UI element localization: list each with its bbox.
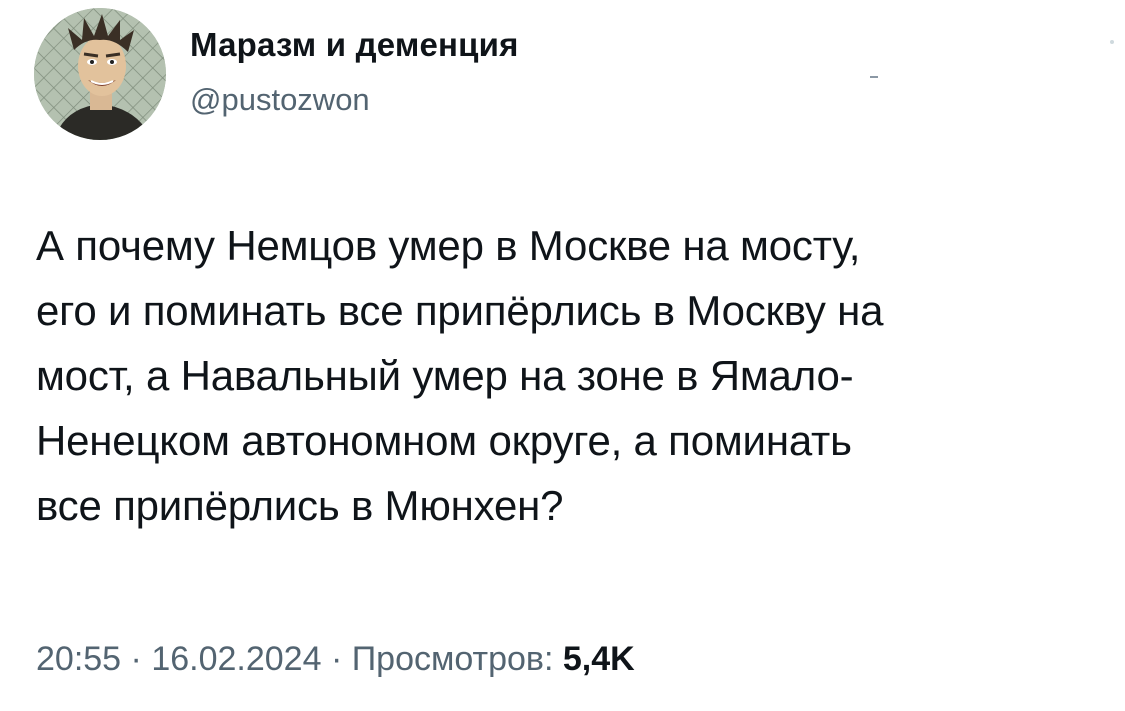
views-label: Просмотров:	[351, 640, 554, 678]
more-options-icon[interactable]	[1110, 40, 1114, 44]
author-display-name[interactable]: Маразм и деменция	[190, 26, 519, 64]
views-count[interactable]: 5,4K	[563, 640, 635, 678]
tweet-card: Маразм и деменция @pustozwon А почему Не…	[0, 0, 1125, 711]
meta-separator: ·	[330, 640, 343, 678]
avatar-image	[34, 8, 166, 140]
tweet-metadata: 20:55 · 16.02.2024 · Просмотров: 5,4K	[36, 640, 635, 679]
tweet-date[interactable]: 16.02.2024	[151, 640, 321, 678]
meta-separator: ·	[130, 640, 142, 678]
tweet-text: А почему Немцов умер в Москве на мосту, …	[36, 222, 884, 529]
tweet-time[interactable]: 20:55	[36, 640, 121, 678]
decorative-dash	[870, 76, 878, 78]
author-handle[interactable]: @pustozwon	[190, 82, 370, 118]
author-avatar[interactable]	[34, 8, 166, 140]
